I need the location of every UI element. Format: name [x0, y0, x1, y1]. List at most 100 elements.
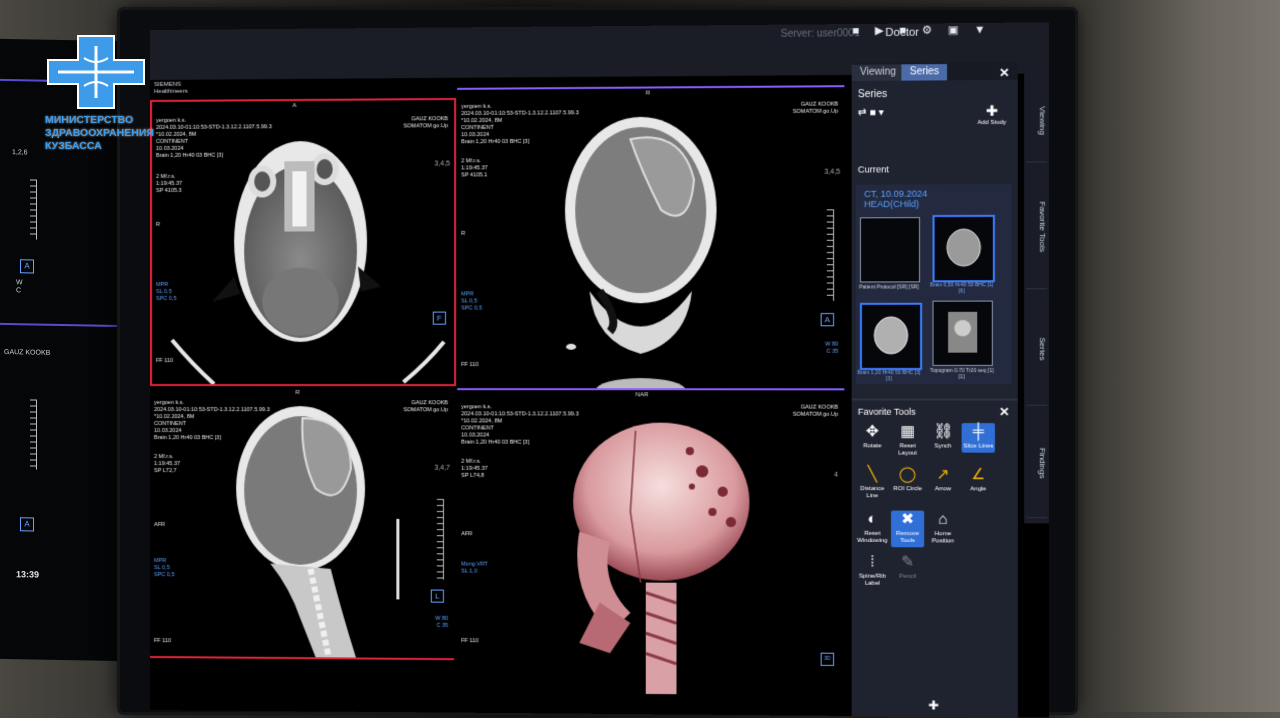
series-thumbnail-topogram[interactable]	[933, 301, 993, 366]
tool-home-position-label: Home Position	[932, 531, 954, 544]
left-monitor-mid-border	[0, 323, 118, 327]
thumbnail-label-1: Patient Protocol [SR] [SR]	[856, 284, 922, 290]
viewport-3d[interactable]: NAR yergoen k.s. 2024.03.10-01:10:53-STD…	[457, 388, 844, 708]
panel-tabs: Viewing Series	[852, 61, 1018, 81]
series-thumbnail-brain-050[interactable]	[933, 215, 995, 283]
ministry-name-line1: МИНИСТЕРСТВО	[45, 114, 154, 127]
series-panel: Viewing Series ✕ Series ⇄ ■ ▾ ✚ Add Stud…	[852, 61, 1018, 717]
3d-orientation-cube[interactable]: 3D	[821, 653, 834, 666]
thumbnail-brain-image-2	[862, 305, 920, 368]
thumbnail-label-4: Topogram 0.70 Tr20 seq [1] [1]	[928, 368, 995, 380]
ministry-cross-logo	[44, 32, 148, 112]
tool-remove-tools[interactable]: ✖ Remove Tools	[891, 511, 924, 548]
sagittal-afr-letter: AFR	[154, 522, 165, 529]
viewport-axial[interactable]: A yergoen k.s. 2024.03.10-01:10:53-STD-1…	[150, 98, 456, 386]
ministry-name-line2: ЗДРАВООХРАНЕНИЯ	[45, 127, 154, 140]
tab-viewing[interactable]: Viewing	[852, 64, 905, 81]
side-tab-strip: Viewing Favorite Tools Series Findings	[1024, 73, 1049, 523]
side-tab-viewing[interactable]: Viewing	[1026, 80, 1047, 163]
3d-tick-label: 4	[834, 472, 838, 479]
current-study-header[interactable]: CT, 10.09.2024 HEAD(CHild)	[864, 189, 927, 210]
roi-circle-icon: ◯	[898, 466, 917, 484]
sagittal-orientation-cube[interactable]: L	[431, 590, 444, 603]
tool-home-position[interactable]: ⌂ Home Position	[926, 511, 959, 546]
tool-remove-tools-label: Remove Tools	[896, 531, 919, 544]
coronal-orientation-cube[interactable]: A	[821, 313, 834, 326]
series-thumbnail-brain-120[interactable]	[860, 303, 922, 370]
ministry-name-line3: КУЗБАССА	[45, 140, 154, 153]
tool-reset-windowing[interactable]: ◐ Reset Windowing	[856, 510, 889, 545]
tool-synch[interactable]: ⛓ Synch	[926, 423, 959, 451]
current-study-name: HEAD(CHild)	[864, 199, 927, 209]
coronal-tick-label: 3,4,5	[824, 169, 840, 176]
tool-slice-lines[interactable]: ╪ Slice Lines	[962, 423, 995, 453]
home-position-icon: ⌂	[934, 511, 953, 529]
sagittal-ruler	[437, 499, 444, 580]
windowing-icon: ◐	[863, 510, 882, 528]
3d-vrt-info: Mong VRT SL 1,0	[461, 561, 488, 575]
add-study-label: Add Study	[977, 120, 1006, 126]
3d-top-letter: NAR	[636, 392, 649, 398]
add-tool-icon[interactable]: ✚	[928, 698, 938, 712]
thumbnail-label-3: Brain 1,20 Hr40 50 BHC [3] [3]	[856, 370, 922, 382]
sagittal-hospital-info: GAUZ KOOKB SOMATOM go.Up	[403, 400, 448, 414]
tool-angle-label: Angle	[970, 486, 986, 492]
tool-arrow[interactable]: ↗ Arrow	[926, 466, 959, 494]
axial-orientation-cube[interactable]: F	[433, 312, 446, 325]
pencil-icon: ✎	[898, 553, 917, 571]
side-tab-series[interactable]: Series	[1026, 292, 1047, 405]
current-section-title: Current	[858, 164, 889, 174]
distance-line-icon: ╲	[863, 466, 882, 484]
tool-spine-rib-label-label: Spine/Rib Label	[859, 574, 886, 587]
coronal-scan-info: 2 Mf.r.s. 1:19:45.37 SP 4105.1	[461, 158, 487, 179]
series-toolbar-icons[interactable]: ⇄ ■ ▾	[858, 107, 884, 118]
tool-angle[interactable]: ∠ Angle	[962, 466, 995, 494]
favorite-tools-title: Favorite Tools	[858, 407, 916, 417]
side-tab-findings[interactable]: Findings	[1026, 409, 1047, 518]
3d-patient-info: yergoen k.s. 2024.03.10-01:10:53-STD-1.3…	[461, 404, 579, 447]
axial-patient-info: yergoen k.s. 2024.03.10-01:10:53-STD-1.3…	[156, 117, 272, 160]
tab-series[interactable]: Series	[901, 64, 947, 81]
3d-scan-info: 2 Mf.r.s. 1:19:45.37 SP L74,8	[461, 459, 487, 480]
3d-afr-letter: AFR	[461, 531, 472, 538]
tool-spine-rib-label[interactable]: ⁞ Spine/Rib Label	[856, 553, 889, 588]
layout-icon: ▦	[898, 423, 917, 441]
tool-rotate[interactable]: ✥ Rotate	[856, 423, 889, 451]
tool-roi-circle[interactable]: ◯ ROI Circle	[891, 466, 924, 494]
server-user-label: Server: user0001	[781, 28, 860, 40]
tool-roi-circle-label: ROI Circle	[893, 486, 922, 492]
tool-reset-layout-label: Reset Layout	[898, 443, 917, 456]
wall-background	[1090, 0, 1280, 712]
add-study-icon: ✚	[974, 102, 1009, 120]
thumbnail-label-2: Brain 0,50 Hr40 50 BHC [1] [6]	[928, 282, 995, 294]
left-monitor-orient-top: A	[20, 259, 34, 273]
side-tab-favorite-tools[interactable]: Favorite Tools	[1026, 166, 1047, 290]
favorite-tools-close-icon[interactable]: ✕	[999, 405, 1009, 419]
remove-tools-icon: ✖	[898, 511, 917, 529]
left-monitor-clock: 13:39	[16, 569, 39, 579]
window-control-icons[interactable]: ■ ▶ ■ ⚙ ▣ ▼	[853, 23, 992, 37]
sagittal-scan-info: 2 Mf.r.s. 1:19:45.37 SP L72,7	[154, 454, 180, 475]
spine-label-icon: ⁞	[863, 553, 882, 571]
left-monitor-w: W	[16, 279, 23, 286]
coronal-ff: FF 110	[461, 362, 478, 369]
coronal-mpr-info: MPR SL 0,5 SPC 0,5	[461, 291, 482, 312]
viewport-coronal[interactable]: R yergoen k.s. 2024.03.10-01:10:53-STD-1…	[457, 85, 844, 390]
series-thumbnail-patient-protocol[interactable]	[860, 217, 920, 282]
thumbnail-brain-image	[935, 217, 993, 280]
brand-line2: Healthineers	[154, 89, 188, 96]
coronal-patient-info: yergoen k.s. 2024.03.10-01:10:53-STD-1.3…	[461, 103, 579, 146]
add-study-button[interactable]: ✚ Add Study	[974, 102, 1009, 126]
tool-reset-layout[interactable]: ▦ Reset Layout	[891, 423, 924, 458]
series-section-title: Series	[858, 89, 887, 100]
viewport-sagittal[interactable]: R yergoen k.s. 2024.03.10-01:10:53-STD-1…	[150, 388, 454, 660]
coronal-window-info: W 80 C 35	[825, 342, 838, 356]
close-icon[interactable]: ✕	[999, 66, 1009, 80]
panel-divider	[852, 398, 1018, 400]
tool-pencil[interactable]: ✎ Pencil	[891, 553, 924, 581]
tool-distance-line[interactable]: ╲ Distance Line	[856, 466, 889, 501]
axial-top-letter: A	[292, 103, 296, 109]
axial-mpr-info: MPR SL 0,5 SPC 0,5	[156, 282, 176, 303]
coronal-top-letter: R	[646, 91, 650, 97]
coronal-hospital-info: GAUZ KOOKB SOMATOM go.Up	[793, 101, 839, 116]
